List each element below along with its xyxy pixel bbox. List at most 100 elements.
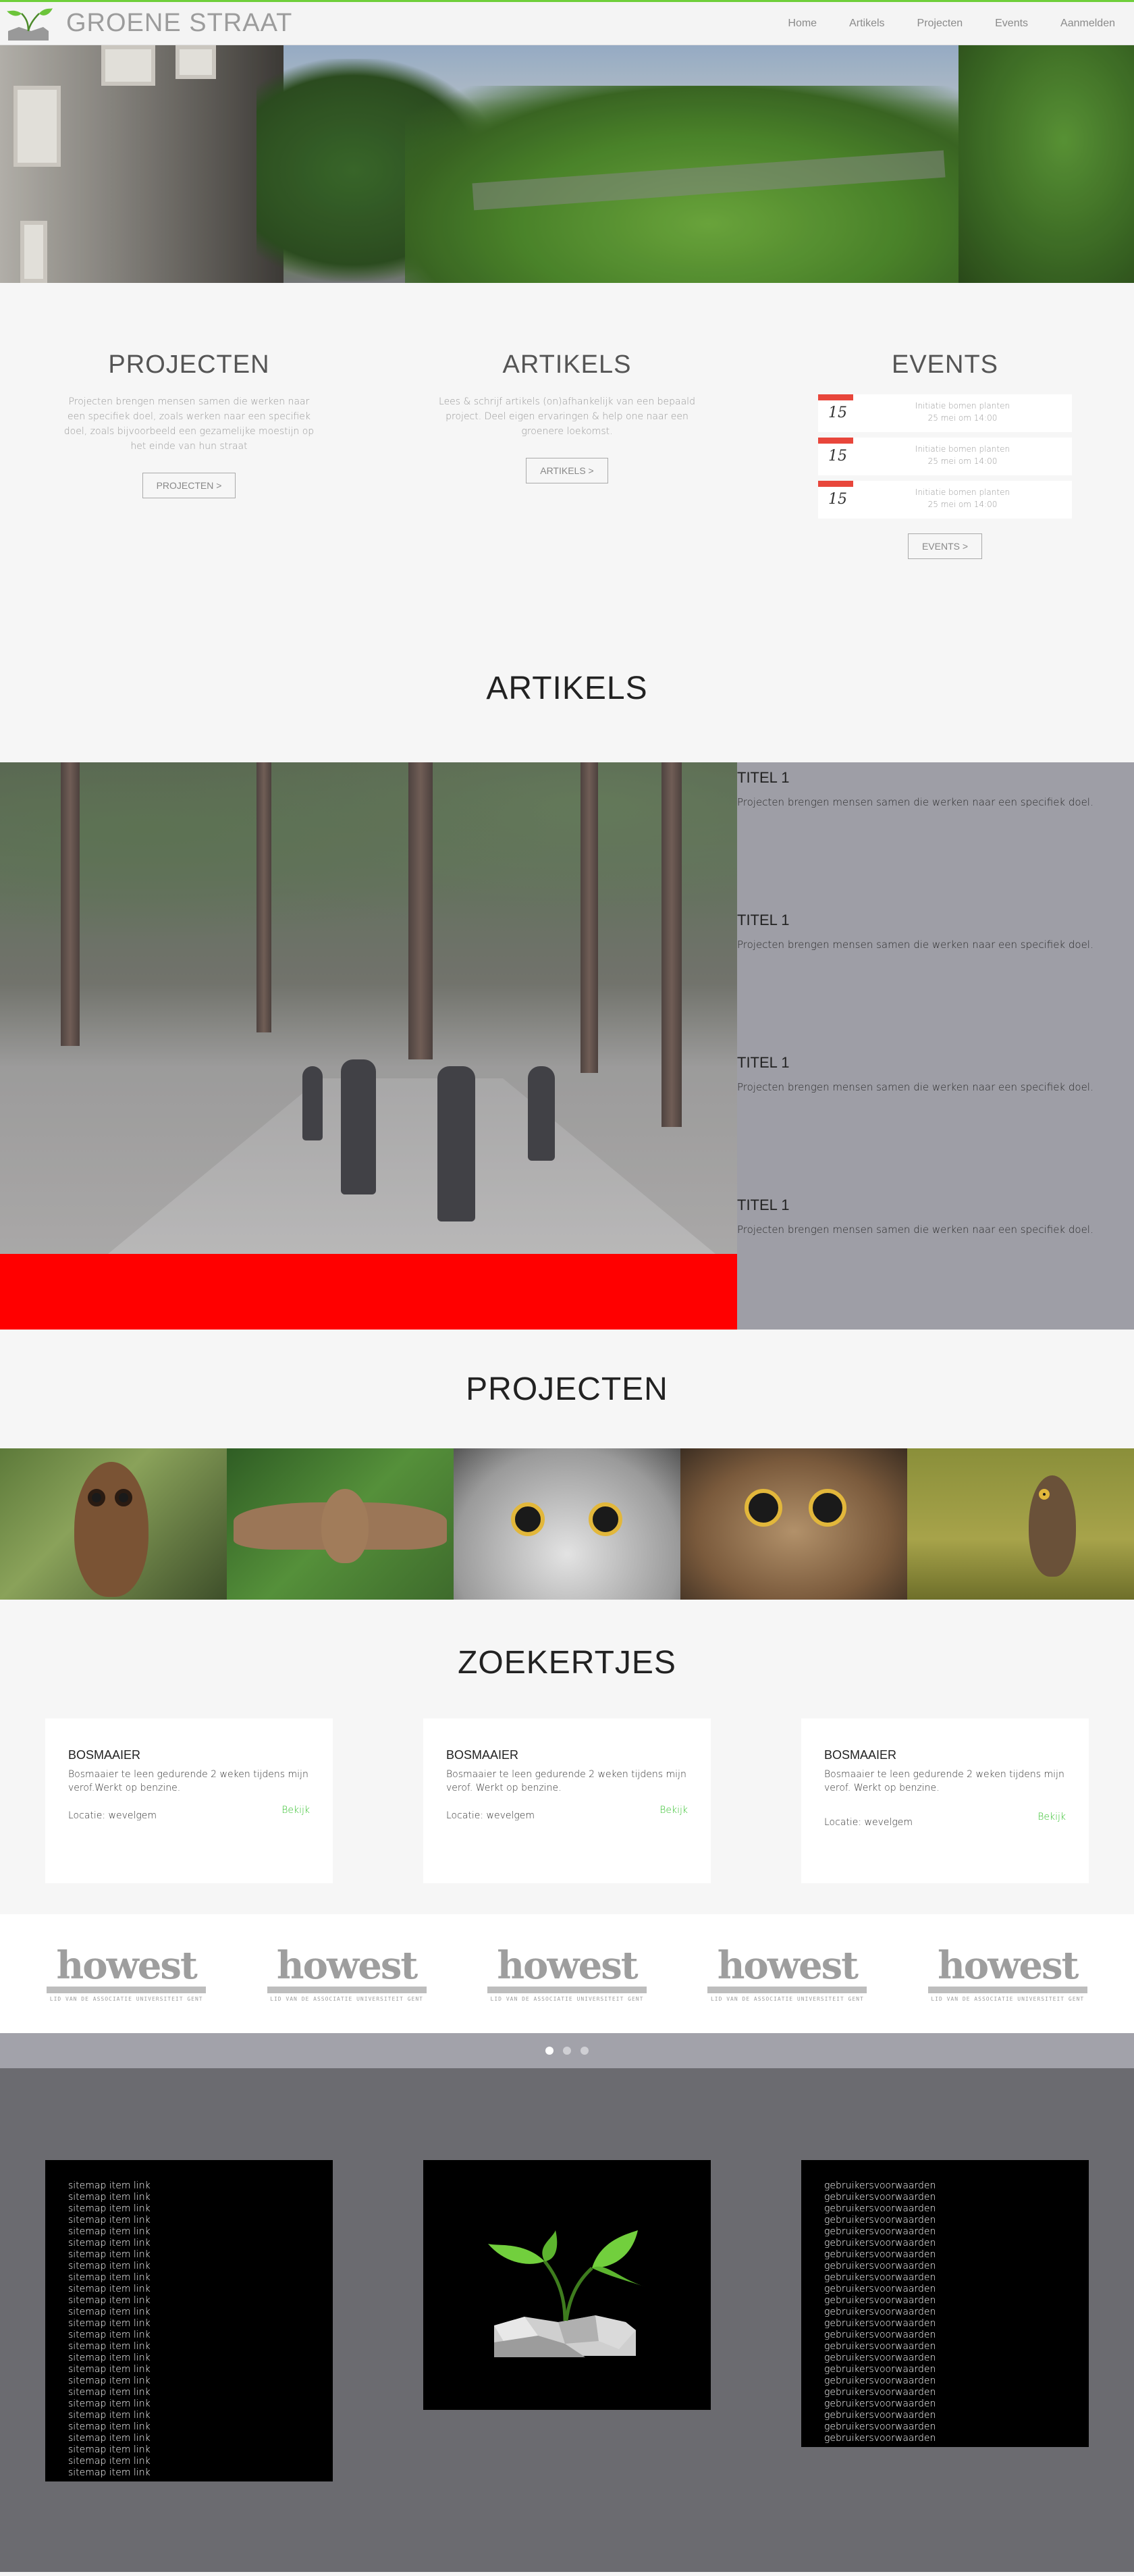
nav-aanmelden[interactable]: Aanmelden — [1060, 18, 1115, 30]
howest-logo[interactable]: howest LID VAN DE ASSOCIATIE UNIVERSITEI… — [47, 1946, 207, 2002]
footer-logo-box — [423, 2160, 711, 2410]
ad-location: Locatie: wevelgem — [824, 1817, 913, 1828]
project-image[interactable] — [227, 1448, 454, 1600]
project-image[interactable] — [0, 1448, 227, 1600]
sitemap-link[interactable]: sitemap item link — [68, 2364, 310, 2375]
brand[interactable]: GROENE STRAAT — [4, 4, 292, 43]
sitemap-link[interactable]: sitemap item link — [68, 2215, 310, 2226]
sitemap-link[interactable]: sitemap item link — [68, 2272, 310, 2284]
article-title: TITEL 1 — [737, 769, 790, 786]
nav-home[interactable]: Home — [788, 18, 817, 30]
terms-link[interactable]: gebruikersvoorwaarden — [824, 2226, 1066, 2238]
terms-list: gebruikersvoorwaarden gebruikersvoorwaard… — [824, 2180, 1066, 2444]
terms-link[interactable]: gebruikersvoorwaarden — [824, 2341, 1066, 2352]
sitemap-link[interactable]: sitemap item link — [68, 2398, 310, 2410]
sitemap-link[interactable]: sitemap item link — [68, 2375, 310, 2387]
terms-link[interactable]: gebruikersvoorwaarden — [824, 2261, 1066, 2272]
sitemap-link[interactable]: sitemap item link — [68, 2444, 310, 2456]
article-item[interactable]: TITEL 1 Projecten brengen mensen samen d… — [737, 1197, 1134, 1339]
sitemap-link[interactable]: sitemap item link — [68, 2295, 310, 2307]
terms-link[interactable]: gebruikersvoorwaarden — [824, 2375, 1066, 2387]
sitemap-link[interactable]: sitemap item link — [68, 2307, 310, 2318]
terms-link[interactable]: gebruikersvoorwaarden — [824, 2295, 1066, 2307]
ad-view-link[interactable]: Bekijk — [659, 1805, 688, 1816]
nav-projecten[interactable]: Projecten — [917, 18, 963, 30]
carousel-dots — [0, 2033, 1134, 2068]
ad-text: Bosmaaier te leen gedurende 2 weken tijd… — [824, 1769, 1064, 1793]
terms-link[interactable]: gebruikersvoorwaarden — [824, 2352, 1066, 2364]
event-date: 25 mei om 14:00 — [927, 500, 998, 509]
terms-link[interactable]: gebruikersvoorwaarden — [824, 2180, 1066, 2192]
sponsor-carousel: howest LID VAN DE ASSOCIATIE UNIVERSITEI… — [0, 1914, 1134, 2033]
projecten-section-title: PROJECTEN — [466, 1371, 668, 1407]
sitemap-link[interactable]: sitemap item link — [68, 2421, 310, 2433]
project-image[interactable] — [907, 1448, 1134, 1600]
howest-logo[interactable]: howest LID VAN DE ASSOCIATIE UNIVERSITEI… — [267, 1946, 427, 2002]
ad-location: Locatie: wevelgem — [446, 1810, 535, 1821]
terms-link[interactable]: gebruikersvoorwaarden — [824, 2238, 1066, 2249]
howest-logo[interactable]: howest LID VAN DE ASSOCIATIE UNIVERSITEI… — [927, 1946, 1087, 2002]
ad-view-link[interactable]: Bekijk — [1037, 1812, 1066, 1822]
article-item[interactable]: TITEL 1 Projecten brengen mensen samen d… — [737, 1054, 1134, 1197]
sitemap-link[interactable]: sitemap item link — [68, 2284, 310, 2295]
article-text: Projecten brengen mensen samen die werke… — [737, 1224, 1094, 1236]
carousel-dot[interactable] — [580, 2047, 589, 2055]
carousel-dot[interactable] — [545, 2047, 554, 2055]
terms-link[interactable]: gebruikersvoorwaarden — [824, 2215, 1066, 2226]
event-item[interactable]: 15 Initiatie bomen planten 25 mei om 14:0… — [818, 481, 1072, 519]
sitemap-link[interactable]: sitemap item link — [68, 2410, 310, 2421]
terms-link[interactable]: gebruikersvoorwaarden — [824, 2433, 1066, 2444]
terms-link[interactable]: gebruikersvoorwaarden — [824, 2364, 1066, 2375]
event-name: Initiatie bomen planten — [915, 444, 1010, 454]
nav-artikels[interactable]: Artikels — [849, 18, 884, 30]
sitemap-link[interactable]: sitemap item link — [68, 2387, 310, 2398]
hero-image — [0, 45, 1134, 283]
intro-artikels: ARTIKELS Lees & schrijf artikels (on)afh… — [378, 350, 756, 607]
sitemap-link[interactable]: sitemap item link — [68, 2192, 310, 2203]
project-image[interactable] — [680, 1448, 907, 1600]
calendar-icon: 15 — [818, 394, 853, 432]
artikels-button[interactable]: ARTIKELS > — [526, 458, 608, 483]
carousel-dot[interactable] — [563, 2047, 571, 2055]
terms-link[interactable]: gebruikersvoorwaarden — [824, 2307, 1066, 2318]
projecten-button[interactable]: PROJECTEN > — [142, 473, 236, 498]
artikels-section: TITEL 1 Projecten brengen mensen samen d… — [0, 762, 1134, 1330]
article-item[interactable]: TITEL 1 Projecten brengen mensen samen d… — [737, 769, 1134, 912]
ad-view-link[interactable]: Bekijk — [281, 1805, 310, 1816]
sitemap-link[interactable]: sitemap item link — [68, 2330, 310, 2341]
terms-link[interactable]: gebruikersvoorwaarden — [824, 2330, 1066, 2341]
sitemap-link[interactable]: sitemap item link — [68, 2433, 310, 2444]
sitemap-link[interactable]: sitemap item link — [68, 2318, 310, 2330]
events-button[interactable]: EVENTS > — [907, 533, 983, 559]
terms-link[interactable]: gebruikersvoorwaarden — [824, 2387, 1066, 2398]
terms-link[interactable]: gebruikersvoorwaarden — [824, 2398, 1066, 2410]
sitemap-link[interactable]: sitemap item link — [68, 2467, 310, 2479]
article-item[interactable]: TITEL 1 Projecten brengen mensen samen d… — [737, 912, 1134, 1054]
terms-link[interactable]: gebruikersvoorwaarden — [824, 2421, 1066, 2433]
event-item[interactable]: 15 Initiatie bomen planten 25 mei om 14:0… — [818, 438, 1072, 475]
project-image[interactable] — [454, 1448, 680, 1600]
terms-link[interactable]: gebruikersvoorwaarden — [824, 2272, 1066, 2284]
sitemap-link[interactable]: sitemap item link — [68, 2261, 310, 2272]
calendar-icon: 15 — [818, 438, 853, 475]
sitemap-link[interactable]: sitemap item link — [68, 2226, 310, 2238]
terms-link[interactable]: gebruikersvoorwaarden — [824, 2192, 1066, 2203]
sitemap-link[interactable]: sitemap item link — [68, 2249, 310, 2261]
terms-link[interactable]: gebruikersvoorwaarden — [824, 2203, 1066, 2215]
terms-link[interactable]: gebruikersvoorwaarden — [824, 2284, 1066, 2295]
sitemap-link[interactable]: sitemap item link — [68, 2456, 310, 2467]
zoekertjes-list: BOSMAAIER Bosmaaier te leen gedurende 2 … — [0, 1718, 1134, 1914]
terms-link[interactable]: gebruikersvoorwaarden — [824, 2249, 1066, 2261]
terms-link[interactable]: gebruikersvoorwaarden — [824, 2318, 1066, 2330]
sitemap-link[interactable]: sitemap item link — [68, 2238, 310, 2249]
howest-logo[interactable]: howest LID VAN DE ASSOCIATIE UNIVERSITEI… — [487, 1946, 647, 2002]
sitemap-link[interactable]: sitemap item link — [68, 2341, 310, 2352]
intro-projecten: PROJECTEN Projecten brengen mensen samen… — [0, 350, 378, 607]
sitemap-link[interactable]: sitemap item link — [68, 2180, 310, 2192]
sitemap-link[interactable]: sitemap item link — [68, 2352, 310, 2364]
nav-events[interactable]: Events — [995, 18, 1028, 30]
sitemap-link[interactable]: sitemap item link — [68, 2203, 310, 2215]
terms-link[interactable]: gebruikersvoorwaarden — [824, 2410, 1066, 2421]
howest-logo[interactable]: howest LID VAN DE ASSOCIATIE UNIVERSITEI… — [707, 1946, 867, 2002]
event-item[interactable]: 15 Initiatie bomen planten 25 mei om 14:0… — [818, 394, 1072, 432]
